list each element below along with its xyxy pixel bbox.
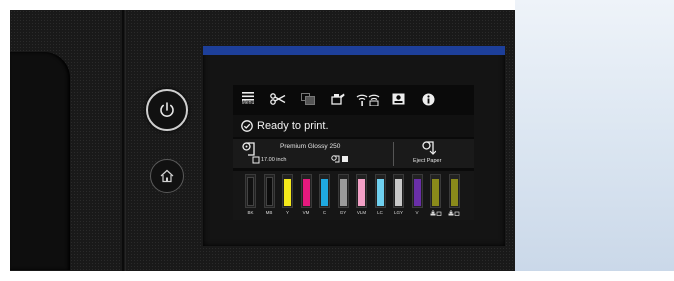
ink-cartridge	[411, 174, 423, 208]
ink-code-label: V	[415, 210, 419, 215]
media-type: Premium Glossy 250	[280, 143, 341, 150]
bezel-blue-strip	[203, 46, 505, 55]
eject-paper-icon	[422, 141, 436, 155]
ink-level-fill	[339, 179, 347, 206]
maintenance-box	[448, 174, 460, 208]
ink-level-fill	[413, 179, 421, 206]
paper-settings-panel[interactable]: Premium Glossy 250 17.00 inch Eject Pape…	[233, 139, 474, 168]
paper-remaining-icon	[331, 155, 349, 163]
media-size: 17.00 inch	[261, 157, 287, 163]
ink-code-label: Y	[285, 210, 289, 215]
ink-cartridge	[245, 174, 256, 208]
touch-screen: Menu Ready to print. Premium Glossy 250 …	[233, 85, 474, 220]
ink-code-label: VLM	[356, 210, 367, 215]
ink-code-label: GY	[339, 210, 347, 215]
copy-icon	[301, 93, 315, 105]
ink-level-fill	[247, 177, 254, 206]
power-icon	[157, 100, 177, 120]
ink-level-fill	[395, 179, 402, 206]
wifi-button[interactable]	[353, 85, 383, 113]
ink-cartridge	[393, 174, 404, 208]
ink-cartridge	[337, 174, 349, 208]
ink-level-fill	[432, 179, 439, 206]
cutter-button[interactable]	[263, 85, 293, 113]
panel-seam-highlight	[125, 10, 126, 271]
home-icon	[159, 168, 175, 184]
info-button[interactable]	[413, 85, 443, 113]
eject-paper-label[interactable]: Eject Paper	[413, 158, 441, 164]
ink-level-fill	[265, 177, 273, 206]
printer-photo: Menu Ready to print. Premium Glossy 250 …	[0, 0, 674, 281]
maintenance-box-icon	[445, 210, 463, 216]
maintenance-box	[430, 174, 441, 208]
status-bar: Ready to print.	[233, 115, 474, 137]
maintenance-button[interactable]	[323, 85, 353, 113]
toolbar: Menu	[233, 85, 474, 113]
ink-code-label: VM	[302, 210, 310, 215]
cut-icon	[270, 93, 286, 105]
roll-paper-icon	[242, 142, 256, 156]
ink-code-label: LC	[377, 210, 383, 215]
ink-level-fill	[376, 179, 384, 206]
account-icon	[392, 93, 405, 105]
ink-level-fill	[450, 179, 458, 206]
home-button[interactable]	[150, 159, 184, 193]
account-button[interactable]	[383, 85, 413, 113]
wifi-direct-icon	[356, 93, 380, 106]
power-button[interactable]	[146, 89, 188, 131]
ink-code-label: BK	[247, 210, 254, 215]
paper-width-icon	[252, 156, 260, 164]
maintenance-box-icon	[427, 210, 445, 216]
check-circle-icon	[241, 120, 253, 132]
info-icon	[422, 93, 435, 106]
ink-code-label: MB	[265, 210, 273, 215]
copy-button[interactable]	[293, 85, 323, 113]
status-message: Ready to print.	[257, 120, 329, 132]
menu-label: Menu	[241, 100, 255, 106]
maintenance-icon	[331, 93, 345, 106]
ink-level-fill	[358, 179, 365, 206]
printer-front-window	[10, 52, 70, 270]
ink-cartridge	[356, 174, 367, 208]
ink-cartridge	[263, 174, 275, 208]
ink-cartridge	[374, 174, 386, 208]
bottom-margin	[0, 271, 674, 281]
ink-level-fill	[321, 179, 328, 206]
ink-cartridge	[282, 174, 293, 208]
paper-divider	[393, 142, 394, 166]
ink-cartridge	[319, 174, 330, 208]
ink-level-fill	[302, 179, 310, 206]
ink-cartridge	[300, 174, 312, 208]
ink-level-fill	[284, 179, 291, 206]
menu-button[interactable]: Menu	[233, 85, 263, 113]
ink-code-label: C	[322, 210, 327, 215]
panel-seam	[122, 10, 124, 271]
ink-levels-panel[interactable]: BK MB Y VM C GY VLM LC LGY V	[233, 171, 474, 220]
background-wall	[515, 0, 674, 281]
ink-code-label: LGY	[393, 210, 403, 215]
